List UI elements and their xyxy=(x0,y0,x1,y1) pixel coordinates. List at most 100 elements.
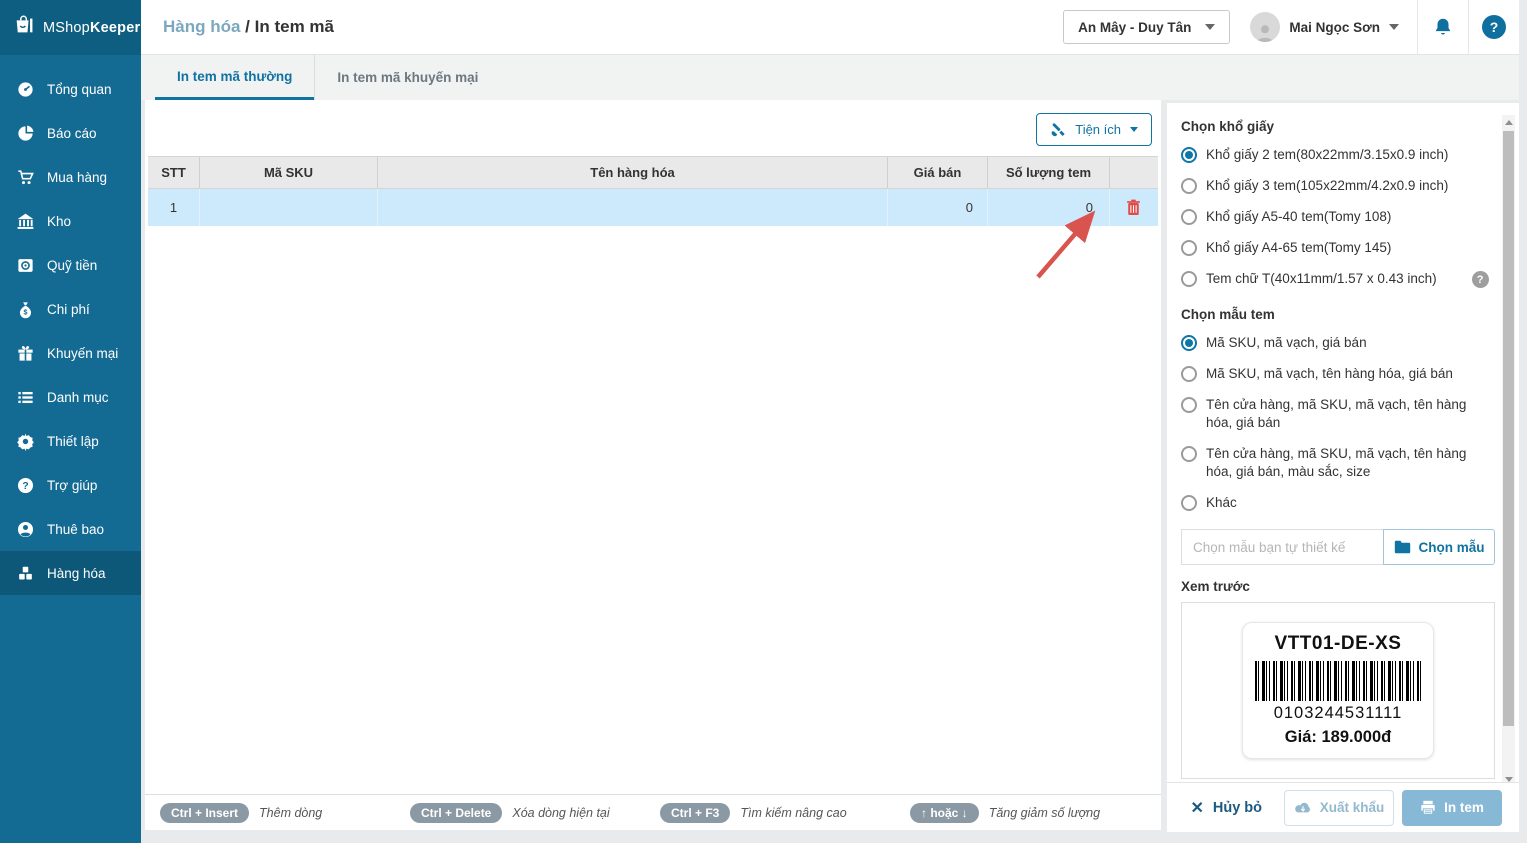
shortcut-add-row: Ctrl + Insert Thêm dòng xyxy=(160,802,410,823)
sidebar-item-quy-tien[interactable]: Quỹ tiền xyxy=(0,243,141,287)
sidebar-item-tong-quan[interactable]: Tổng quan xyxy=(0,67,141,111)
col-header-price[interactable]: Giá bán xyxy=(888,157,988,188)
question-icon[interactable]: ? xyxy=(1471,271,1489,288)
paper-option-a5-40[interactable]: Khổ giấy A5-40 tem(Tomy 108) xyxy=(1181,202,1495,233)
cell-stt: 1 xyxy=(148,189,200,226)
avatar xyxy=(1250,12,1281,42)
export-button[interactable]: Xuất khẩu xyxy=(1284,789,1394,826)
template-option-1[interactable]: Mã SKU, mã vạch, giá bán xyxy=(1181,328,1495,359)
sidebar-item-bao-cao[interactable]: Báo cáo xyxy=(0,111,141,155)
cell-name[interactable] xyxy=(378,189,888,226)
sidebar-item-mua-hang[interactable]: Mua hàng xyxy=(0,155,141,199)
main-content: Tiện ích STT Mã SKU Tên hàng hóa Giá bán… xyxy=(145,100,1161,830)
shortcut-keys: ↑ hoặc ↓ xyxy=(910,802,979,823)
col-header-name[interactable]: Tên hàng hóa xyxy=(378,157,888,188)
custom-template-row: Chọn mẫu xyxy=(1181,529,1495,565)
brand-name: MShopKeeper xyxy=(43,19,141,36)
radio-icon xyxy=(1181,446,1197,462)
col-header-stt[interactable]: STT xyxy=(148,157,200,188)
store-selector[interactable]: An Mây - Duy Tân xyxy=(1063,10,1231,44)
breadcrumb-parent[interactable]: Hàng hóa xyxy=(163,17,240,36)
sidebar-item-thiet-lap[interactable]: Thiết lập xyxy=(0,419,141,463)
sidebar-item-danh-muc[interactable]: Danh mục xyxy=(0,375,141,419)
paper-option-label: Khổ giấy 3 tem(105x22mm/4.2x0.9 inch) xyxy=(1206,178,1449,193)
sidebar-item-label: Danh mục xyxy=(47,389,109,405)
svg-text:$: $ xyxy=(24,308,28,316)
action-bar: ✕ Hủy bỏ Xuất khẩu In tem xyxy=(1167,782,1519,832)
paper-option-label: Khổ giấy A4-65 tem(Tomy 145) xyxy=(1206,240,1392,255)
shortcut-keys: Ctrl + F3 xyxy=(660,802,731,823)
print-options-panel: Chọn khổ giấy Khổ giấy 2 tem(80x22mm/3.1… xyxy=(1167,103,1519,832)
shortcut-desc: Thêm dòng xyxy=(259,805,323,820)
shortcut-delete-row: Ctrl + Delete Xóa dòng hiện tại xyxy=(410,802,660,823)
goods-boxes-icon xyxy=(19,566,32,579)
utilities-label: Tiện ích xyxy=(1075,122,1121,137)
help-icon: ? xyxy=(17,477,34,493)
col-header-actions xyxy=(1110,157,1156,188)
sidebar-item-label: Thiết lập xyxy=(47,433,99,449)
app-logo[interactable]: MShopKeeper xyxy=(0,0,141,55)
delete-row-button[interactable] xyxy=(1110,189,1156,226)
choose-template-button[interactable]: Chọn mẫu xyxy=(1383,529,1495,565)
trash-icon xyxy=(1126,199,1140,215)
template-option-label: Mã SKU, mã vạch, tên hàng hóa, giá bán xyxy=(1206,366,1453,381)
shortcut-desc: Tăng giảm số lượng xyxy=(988,805,1101,820)
sidebar-item-tro-giup[interactable]: ? Trợ giúp xyxy=(0,463,141,507)
sidebar-item-label: Khuyến mại xyxy=(47,345,119,361)
svg-text:?: ? xyxy=(22,481,28,492)
template-option-khac[interactable]: Khác xyxy=(1181,488,1495,519)
shortcut-adjust-qty: ↑ hoặc ↓ Tăng giảm số lượng xyxy=(910,802,1101,823)
sidebar-item-hang-hoa[interactable]: Hàng hóa xyxy=(0,551,141,595)
tab-in-tem-ma-thuong[interactable]: In tem mã thường xyxy=(155,55,315,100)
safe-icon xyxy=(18,258,33,272)
panel-scrollbar[interactable] xyxy=(1502,115,1515,787)
paper-option-a4-65[interactable]: Khổ giấy A4-65 tem(Tomy 145) xyxy=(1181,233,1495,264)
paper-option-label: Khổ giấy A5-40 tem(Tomy 108) xyxy=(1206,209,1392,224)
print-button[interactable]: In tem xyxy=(1402,789,1502,826)
notifications-button[interactable] xyxy=(1418,0,1468,55)
sidebar-item-label: Quỹ tiền xyxy=(47,257,98,273)
scrollbar-thumb[interactable] xyxy=(1503,131,1514,726)
sidebar-item-thue-bao[interactable]: Thuê bao xyxy=(0,507,141,551)
help-button[interactable]: ? xyxy=(1469,0,1519,55)
cancel-button[interactable]: ✕ Hủy bỏ xyxy=(1190,798,1262,818)
template-option-label: Tên cửa hàng, mã SKU, mã vạch, tên hàng … xyxy=(1206,446,1467,479)
utilities-button[interactable]: Tiện ích xyxy=(1036,113,1152,146)
user-menu[interactable]: Mai Ngọc Sơn xyxy=(1250,12,1399,42)
cell-qty[interactable]: 0 xyxy=(988,189,1110,226)
shortcut-bar: Ctrl + Insert Thêm dòng Ctrl + Delete Xó… xyxy=(145,794,1161,830)
sidebar-item-label: Thuê bao xyxy=(47,521,105,537)
paper-option-3tem[interactable]: Khổ giấy 3 tem(105x22mm/4.2x0.9 inch) xyxy=(1181,171,1495,202)
category-list-icon xyxy=(18,391,33,403)
preview-barcode-number: 0103244531111 xyxy=(1273,704,1403,722)
template-option-3[interactable]: Tên cửa hàng, mã SKU, mã vạch, tên hàng … xyxy=(1181,390,1495,439)
col-header-qty[interactable]: Số lượng tem xyxy=(988,157,1110,188)
sidebar-item-label: Trợ giúp xyxy=(47,477,98,493)
print-label: In tem xyxy=(1444,800,1484,815)
shortcut-advanced-search: Ctrl + F3 Tìm kiếm nâng cao xyxy=(660,802,910,823)
template-option-4[interactable]: Tên cửa hàng, mã SKU, mã vạch, tên hàng … xyxy=(1181,439,1495,488)
paper-option-label: Khổ giấy 2 tem(80x22mm/3.15x0.9 inch) xyxy=(1206,147,1449,162)
sidebar-item-chi-phi[interactable]: $ Chi phí xyxy=(0,287,141,331)
paper-option-2tem[interactable]: Khổ giấy 2 tem(80x22mm/3.15x0.9 inch) xyxy=(1181,140,1495,171)
tab-in-tem-ma-khuyen-mai[interactable]: In tem mã khuyến mại xyxy=(314,55,500,100)
paper-option-tem-chu-t[interactable]: Tem chữ T(40x11mm/1.57 x 0.43 inch) ? xyxy=(1181,264,1495,295)
close-icon: ✕ xyxy=(1190,799,1204,817)
sidebar-item-kho[interactable]: Kho xyxy=(0,199,141,243)
template-option-label: Mã SKU, mã vạch, giá bán xyxy=(1206,335,1367,350)
shortcut-keys: Ctrl + Insert xyxy=(160,802,250,823)
col-header-sku[interactable]: Mã SKU xyxy=(200,157,378,188)
scroll-up-icon[interactable] xyxy=(1505,120,1513,125)
custom-template-input[interactable] xyxy=(1181,529,1383,565)
radio-icon xyxy=(1181,397,1197,413)
cell-sku[interactable] xyxy=(200,189,378,226)
table-row[interactable]: 1 0 0 xyxy=(148,189,1158,226)
sidebar-item-label: Mua hàng xyxy=(47,169,108,185)
tab-strip: In tem mã thường In tem mã khuyến mại xyxy=(141,55,1519,100)
radio-icon xyxy=(1181,178,1197,194)
money-bag-icon: $ xyxy=(19,301,32,318)
subscriber-icon xyxy=(17,521,34,537)
shopping-bag-icon xyxy=(13,14,35,41)
sidebar-item-khuyen-mai[interactable]: Khuyến mại xyxy=(0,331,141,375)
template-option-2[interactable]: Mã SKU, mã vạch, tên hàng hóa, giá bán xyxy=(1181,359,1495,390)
